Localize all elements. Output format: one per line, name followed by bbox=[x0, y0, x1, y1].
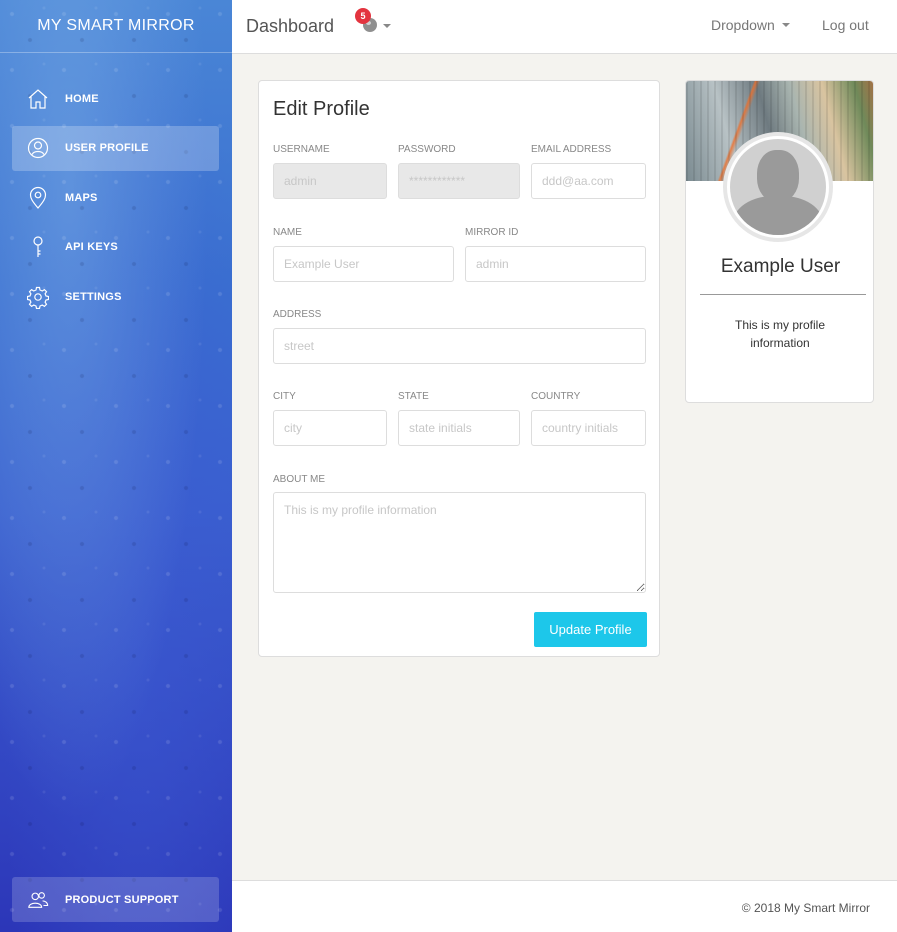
mirror-id-label: MIRROR ID bbox=[465, 227, 519, 238]
address-field[interactable] bbox=[273, 328, 646, 364]
page-title[interactable]: Dashboard bbox=[246, 16, 334, 37]
sidebar-nav: HOME USER PROFILE MAPS API KEYS SETTINGS bbox=[0, 76, 232, 319]
sidebar-item-label: HOME bbox=[65, 92, 99, 105]
sidebar-item-label: USER PROFILE bbox=[65, 142, 149, 154]
city-label: CITY bbox=[273, 391, 296, 402]
sidebar-item-home[interactable]: HOME bbox=[12, 76, 219, 121]
home-icon bbox=[27, 87, 49, 111]
mirror-id-field[interactable] bbox=[465, 246, 646, 282]
sidebar-item-user-profile[interactable]: USER PROFILE bbox=[12, 125, 219, 171]
top-navbar: Dashboard 5 Dropdown Log out bbox=[232, 0, 897, 54]
email-label: EMAIL ADDRESS bbox=[531, 144, 612, 155]
product-support-label: PRODUCT SUPPORT bbox=[65, 893, 179, 906]
map-pin-icon bbox=[27, 186, 49, 210]
product-support-button[interactable]: PRODUCT SUPPORT bbox=[12, 877, 219, 922]
address-label: ADDRESS bbox=[273, 309, 322, 320]
sidebar-item-label: SETTINGS bbox=[65, 290, 122, 303]
avatar-placeholder-icon bbox=[730, 139, 826, 235]
about-me-textarea[interactable] bbox=[273, 492, 646, 593]
name-label: NAME bbox=[273, 227, 302, 238]
dropdown-label: Dropdown bbox=[711, 17, 775, 33]
chevron-down-icon bbox=[781, 23, 790, 27]
sidebar-item-api-keys[interactable]: API KEYS bbox=[12, 225, 219, 270]
dropdown-menu[interactable]: Dropdown bbox=[711, 17, 790, 33]
username-field[interactable] bbox=[273, 163, 387, 199]
users-icon bbox=[27, 888, 49, 912]
edit-profile-card: Edit Profile USERNAME PASSWORD EMAIL ADD… bbox=[258, 80, 660, 657]
sidebar: MY SMART MIRROR HOME USER PROFILE MAPS A… bbox=[0, 0, 232, 932]
country-field[interactable] bbox=[531, 410, 646, 446]
user-circle-icon bbox=[27, 136, 49, 160]
gear-icon bbox=[27, 285, 49, 309]
key-icon bbox=[27, 235, 49, 259]
brand-title[interactable]: MY SMART MIRROR bbox=[0, 0, 232, 53]
user-name: Example User bbox=[720, 256, 841, 277]
password-field[interactable] bbox=[398, 163, 520, 199]
state-field[interactable] bbox=[398, 410, 520, 446]
footer: © 2018 My Smart Mirror bbox=[232, 880, 897, 932]
sidebar-item-label: MAPS bbox=[65, 191, 98, 204]
chevron-down-icon bbox=[383, 24, 391, 28]
sidebar-item-label: API KEYS bbox=[65, 241, 118, 253]
password-label: PASSWORD bbox=[398, 144, 456, 155]
user-description: This is my profile information bbox=[734, 318, 826, 350]
username-label: USERNAME bbox=[273, 144, 330, 155]
name-field[interactable] bbox=[273, 246, 454, 282]
country-label: COUNTRY bbox=[531, 391, 581, 402]
notification-badge: 5 bbox=[355, 8, 371, 24]
divider bbox=[700, 294, 866, 295]
notifications-dropdown[interactable]: 5 bbox=[355, 8, 393, 37]
city-field[interactable] bbox=[273, 410, 387, 446]
update-profile-button[interactable]: Update Profile bbox=[534, 612, 647, 647]
logout-link[interactable]: Log out bbox=[822, 17, 869, 33]
sidebar-item-maps[interactable]: MAPS bbox=[12, 175, 219, 220]
state-label: STATE bbox=[398, 391, 429, 402]
copyright-text: © 2018 My Smart Mirror bbox=[741, 901, 870, 915]
user-card: Example User This is my profile informat… bbox=[685, 80, 874, 403]
sidebar-item-settings[interactable]: SETTINGS bbox=[12, 274, 219, 319]
card-title: Edit Profile bbox=[273, 98, 370, 120]
about-me-label: ABOUT ME bbox=[273, 474, 326, 485]
avatar bbox=[723, 132, 833, 242]
email-field[interactable] bbox=[531, 163, 646, 199]
